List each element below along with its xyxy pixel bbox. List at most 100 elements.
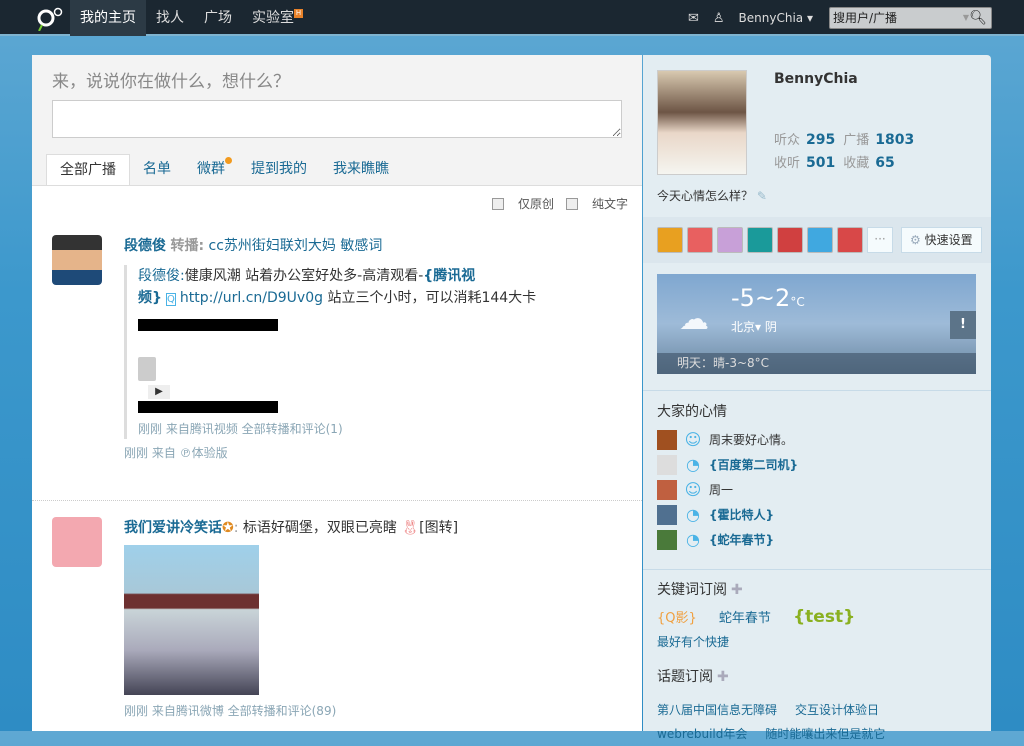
topic[interactable]: webrebuild年会	[657, 727, 747, 741]
keyword[interactable]: 最好有个快捷	[657, 635, 729, 649]
mood-item[interactable]: ☺ 周末要好心情。	[657, 427, 977, 452]
topic[interactable]: 随时能嚷出来但是就它	[765, 727, 885, 741]
quoted-post: 段德俊:健康风潮 站着办公室好处多-高清观看-{腾讯视频} Qhttp://url…	[124, 265, 622, 439]
avatar[interactable]	[52, 517, 102, 567]
post-source[interactable]: 体验版	[192, 446, 228, 460]
post-text[interactable]: cc苏州街妇联刘大妈 敏感词	[209, 238, 383, 254]
emoticon-icon: 🐰︎	[401, 520, 420, 536]
composer-input[interactable]	[52, 100, 622, 138]
rss-icon: ◔	[686, 505, 700, 524]
dropdown-icon[interactable]: ▼	[963, 8, 969, 28]
mood-item[interactable]: ☺ 周一	[657, 477, 977, 502]
nav-home[interactable]: 我的主页	[70, 0, 146, 36]
mood-topic[interactable]: {蛇年春节}	[709, 531, 774, 548]
avatar[interactable]	[657, 529, 677, 550]
short-link[interactable]: http://url.cn/D9Uv0g	[180, 290, 323, 306]
post-text: 标语好碉堡，双眼已亮瞎	[242, 520, 402, 536]
post-time[interactable]: 刚刚 来自	[124, 446, 176, 460]
post-image[interactable]	[124, 545, 259, 695]
nav-square[interactable]: 广场	[194, 0, 242, 36]
mood-item[interactable]: ◔ {百度第二司机}	[657, 452, 977, 477]
quote-meta[interactable]: 刚刚 来自腾讯视频 全部转播和评论(1)	[138, 419, 622, 439]
app-icon[interactable]	[657, 227, 683, 253]
topic[interactable]: 交互设计体验日	[795, 703, 879, 717]
user-icon[interactable]: ♙	[713, 11, 725, 26]
tomorrow-forecast: 明天：晴-3~8°C	[657, 353, 976, 374]
nav-find-people[interactable]: 找人	[146, 0, 194, 36]
moods-section: 大家的心情 ☺ 周末要好心情。 ◔ {百度第二司机} ☺ 周一 ◔ {霍比特人} ◔ {蛇…	[643, 390, 991, 570]
divider	[32, 185, 642, 186]
mood-topic[interactable]: {霍比特人}	[709, 506, 774, 523]
mail-icon[interactable]: ✉	[688, 11, 699, 26]
keyword[interactable]: {Q影}	[657, 611, 697, 626]
profile-name[interactable]: BennyChia	[774, 71, 858, 87]
stat-label: 广播	[843, 133, 870, 148]
text-only-label: 纯文字	[591, 197, 628, 211]
search-icon[interactable]: 🔍︎	[969, 8, 987, 28]
app-icon[interactable]	[777, 227, 803, 253]
more-apps-button[interactable]: ···	[867, 227, 893, 253]
avatar[interactable]	[52, 235, 102, 285]
weather-alert-button[interactable]: !	[950, 311, 976, 339]
edit-icon[interactable]: ✎	[757, 189, 767, 203]
following-count[interactable]: 501	[806, 155, 835, 171]
post-separator	[32, 500, 642, 501]
mood-text: 周一	[709, 483, 734, 497]
avatar[interactable]	[657, 454, 677, 475]
image-repost-tag[interactable]: [图转]	[419, 520, 458, 536]
keywords-section: 关键词订阅 ✚ {Q影} 蛇年春节 {test} 最好有个快捷 话题订阅 ✚ 第八届…	[657, 575, 977, 746]
profile-avatar[interactable]	[657, 70, 747, 175]
section-title: 关键词订阅 ✚	[657, 579, 977, 599]
weibo-logo[interactable]	[34, 5, 68, 31]
tab-explore[interactable]: 我来瞧瞧	[320, 154, 402, 185]
avatar[interactable]	[657, 429, 677, 450]
user-menu[interactable]: BennyChia ▾	[739, 11, 813, 25]
post-author[interactable]: 段德俊	[124, 238, 166, 254]
tab-all[interactable]: 全部广播	[46, 154, 130, 186]
weibo-small-icon: ℗	[179, 446, 192, 460]
original-only-checkbox[interactable]	[491, 197, 504, 210]
gear-icon: ⚙	[910, 233, 921, 247]
add-topic-button[interactable]: ✚	[717, 669, 729, 685]
app-icon[interactable]	[837, 227, 863, 253]
app-icon[interactable]	[687, 227, 713, 253]
video-thumbnail[interactable]	[138, 357, 156, 381]
search-input[interactable]: 搜用户/广播 ▼ 🔍︎	[829, 7, 992, 29]
quote-text: 健康风潮 站着办公室好处多-高清观看-	[184, 268, 424, 284]
mood-topic[interactable]: {百度第二司机}	[709, 456, 798, 473]
tab-groups[interactable]: 微群	[184, 154, 238, 185]
text-only-checkbox[interactable]	[565, 197, 578, 210]
favorites-count[interactable]: 65	[875, 155, 894, 171]
tab-mentions[interactable]: 提到我的	[238, 154, 320, 185]
followers-count[interactable]: 295	[806, 132, 835, 148]
quote-text-2: 站立三个小时，可以消耗144大卡	[323, 290, 537, 306]
tab-list[interactable]: 名单	[130, 154, 184, 185]
repost-label: 转播:	[170, 238, 205, 254]
mood-item[interactable]: ◔ {蛇年春节}	[657, 527, 977, 552]
nav-lab[interactable]: 实验室 H	[242, 0, 313, 36]
weather-city[interactable]: 北京▾ 阴	[731, 318, 777, 335]
add-keyword-button[interactable]: ✚	[731, 582, 743, 598]
play-icon[interactable]: ▶	[148, 385, 170, 399]
post-meta[interactable]: 刚刚 来自腾讯微博 全部转播和评论(89)	[124, 701, 622, 721]
post-author[interactable]: 我们爱讲冷笑话	[124, 520, 222, 536]
keyword[interactable]: {test}	[793, 607, 855, 627]
keyword[interactable]: 蛇年春节	[719, 611, 771, 626]
app-icon[interactable]	[717, 227, 743, 253]
profile-stats: 听众 295 广播 1803 收听 501 收藏 65	[774, 129, 922, 175]
temperature: -5~2°C	[731, 284, 805, 312]
avatar[interactable]	[657, 479, 677, 500]
topic[interactable]: 第八届中国信息无障碍	[657, 703, 777, 717]
mood-item[interactable]: ◔ {霍比特人}	[657, 502, 977, 527]
avatar[interactable]	[657, 504, 677, 525]
app-icon[interactable]	[747, 227, 773, 253]
quote-author[interactable]: 段德俊:	[138, 268, 185, 284]
quick-settings-button[interactable]: ⚙ 快速设置	[901, 227, 982, 253]
mood-prompt: 今天心情怎么样？ ✎	[657, 187, 767, 204]
weather-widget: ☁ -5~2°C 北京▾ 阴 ! 明天：晴-3~8°C	[657, 274, 976, 374]
posts-count[interactable]: 1803	[875, 132, 914, 148]
search-icon[interactable]: Q	[165, 293, 176, 306]
mood-text: 周末要好心情。	[709, 433, 794, 447]
mobile-app-icon[interactable]	[807, 227, 833, 253]
quick-settings-label: 快速设置	[924, 233, 973, 247]
